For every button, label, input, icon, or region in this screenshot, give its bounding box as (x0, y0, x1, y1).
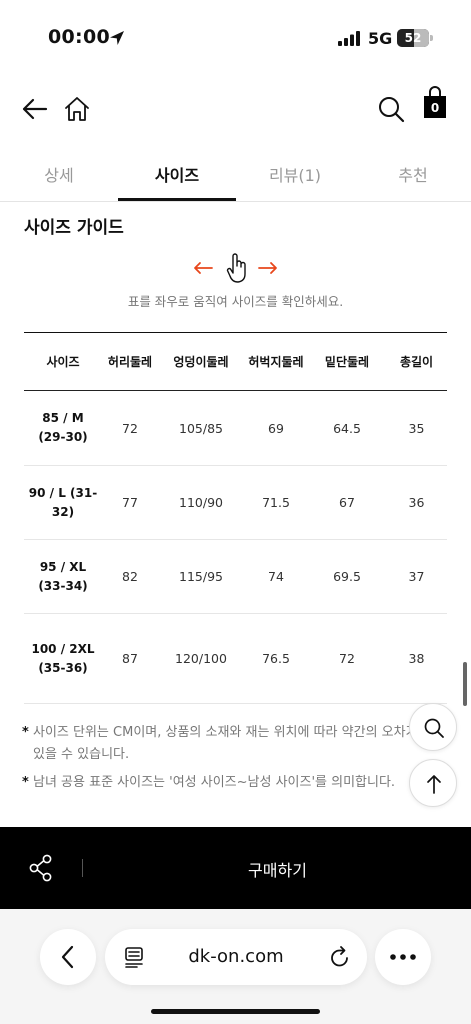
home-icon[interactable] (62, 94, 92, 124)
table-row: 100 / 2XL (35-36) 87 120/100 76.5 72 38 (24, 613, 447, 704)
url-text: dk-on.com (188, 946, 284, 967)
table-cell: 72 (308, 613, 386, 704)
more-dots-icon (390, 954, 416, 960)
column-header: 허리둘레 (102, 332, 158, 391)
floating-search-button[interactable] (409, 703, 457, 751)
table-cell: 82 (102, 539, 158, 614)
size-cell: 85 / M (29-30) (24, 390, 102, 466)
table-header-row: 사이즈 허리둘레 엉덩이둘레 허벅지둘레 밑단둘레 총길이 (24, 332, 447, 391)
browser-toolbar: dk-on.com (0, 909, 471, 1024)
scrollbar-thumb[interactable] (463, 662, 467, 706)
column-header: 총길이 (386, 332, 447, 391)
section-title: 사이즈 가이드 (24, 218, 124, 238)
column-header: 밑단둘레 (308, 332, 386, 391)
location-arrow-icon (110, 31, 124, 45)
scroll-to-top-button[interactable] (409, 759, 457, 807)
table-cell: 35 (386, 390, 447, 466)
arrow-right-hint-icon (258, 262, 277, 274)
search-icon[interactable] (376, 94, 406, 124)
table-cell: 71.5 (244, 465, 308, 540)
table-cell: 72 (102, 390, 158, 466)
note-text: 남녀 공용 표준 사이즈는 '여성 사이즈~남성 사이즈'를 의미합니다. (33, 775, 396, 790)
status-time: 00:00 (48, 26, 110, 48)
reload-icon[interactable] (329, 945, 351, 969)
tab-recommend[interactable]: 추천 (354, 162, 471, 186)
table-row: 85 / M (29-30) 72 105/85 69 64.5 35 (24, 390, 447, 466)
tab-size[interactable]: 사이즈 (118, 162, 236, 186)
status-bar: 00:00 5G 52 (0, 0, 471, 70)
table-row: 90 / L (31-32) 77 110/90 71.5 67 36 (24, 465, 447, 540)
arrow-left-hint-icon (194, 262, 213, 274)
table-cell: 69.5 (308, 539, 386, 614)
bar-divider (82, 859, 83, 877)
column-header: 허벅지둘레 (244, 332, 308, 391)
address-bar[interactable]: dk-on.com (105, 929, 367, 985)
hand-pointer-icon (226, 253, 246, 283)
share-icon[interactable] (28, 854, 54, 882)
cart-count-badge[interactable]: 0 (424, 96, 446, 118)
chevron-left-icon (61, 945, 74, 969)
note-item: * 남녀 공용 표준 사이즈는 '여성 사이즈~남성 사이즈'를 의미합니다. (22, 772, 422, 794)
network-type: 5G (368, 29, 393, 48)
tab-detail[interactable]: 상세 (0, 162, 118, 186)
battery-percent: 52 (404, 31, 422, 45)
product-tabs: 상세 사이즈 리뷰(1) 추천 (0, 150, 471, 202)
column-header: 엉덩이둘레 (158, 332, 244, 391)
scroll-hint-text: 표를 좌우로 움직여 사이즈를 확인하세요. (127, 294, 344, 309)
buy-button[interactable]: 구매하기 (84, 857, 471, 881)
browser-back-button[interactable] (40, 929, 96, 985)
table-cell: 37 (386, 539, 447, 614)
active-tab-indicator (118, 198, 236, 201)
search-icon (424, 718, 444, 738)
browser-more-button[interactable] (375, 929, 431, 985)
table-cell: 77 (102, 465, 158, 540)
table-cell: 120/100 (158, 613, 244, 704)
top-navigation (0, 86, 471, 132)
table-cell: 115/95 (158, 539, 244, 614)
table-cell: 38 (386, 613, 447, 704)
size-cell: 90 / L (31-32) (24, 465, 102, 540)
size-table[interactable]: 사이즈 허리둘레 엉덩이둘레 허벅지둘레 밑단둘레 총길이 85 / M (29… (24, 332, 447, 704)
table-cell: 36 (386, 465, 447, 540)
table-cell: 74 (244, 539, 308, 614)
table-cell: 64.5 (308, 390, 386, 466)
purchase-bar: 구매하기 (0, 827, 471, 909)
note-bullet: * (22, 775, 29, 790)
home-indicator (151, 1009, 320, 1014)
tab-review[interactable]: 리뷰(1) (236, 162, 354, 186)
table-cell: 110/90 (158, 465, 244, 540)
table-row: 95 / XL (33-34) 82 115/95 74 69.5 37 (24, 539, 447, 614)
note-text: 사이즈 단위는 CM이며, 상품의 소재와 재는 위치에 따라 약간의 오차가 … (33, 725, 418, 762)
table-cell: 69 (244, 390, 308, 466)
table-cell: 67 (308, 465, 386, 540)
battery-cap (430, 35, 433, 41)
column-header: 사이즈 (24, 332, 102, 391)
note-bullet: * (22, 725, 29, 740)
table-cell: 76.5 (244, 613, 308, 704)
table-cell: 105/85 (158, 390, 244, 466)
table-cell: 87 (102, 613, 158, 704)
arrow-left-icon[interactable] (20, 94, 50, 124)
battery-icon: 52 (397, 29, 429, 47)
size-cell: 95 / XL (33-34) (24, 539, 102, 614)
scroll-hint (0, 252, 471, 286)
note-item: * 사이즈 단위는 CM이며, 상품의 소재와 재는 위치에 따라 약간의 오차… (22, 722, 422, 766)
size-notes: * 사이즈 단위는 CM이며, 상품의 소재와 재는 위치에 따라 약간의 오차… (22, 722, 422, 800)
arrow-up-icon (427, 775, 441, 794)
cellular-signal-icon (338, 31, 360, 46)
size-cell: 100 / 2XL (35-36) (24, 613, 102, 704)
